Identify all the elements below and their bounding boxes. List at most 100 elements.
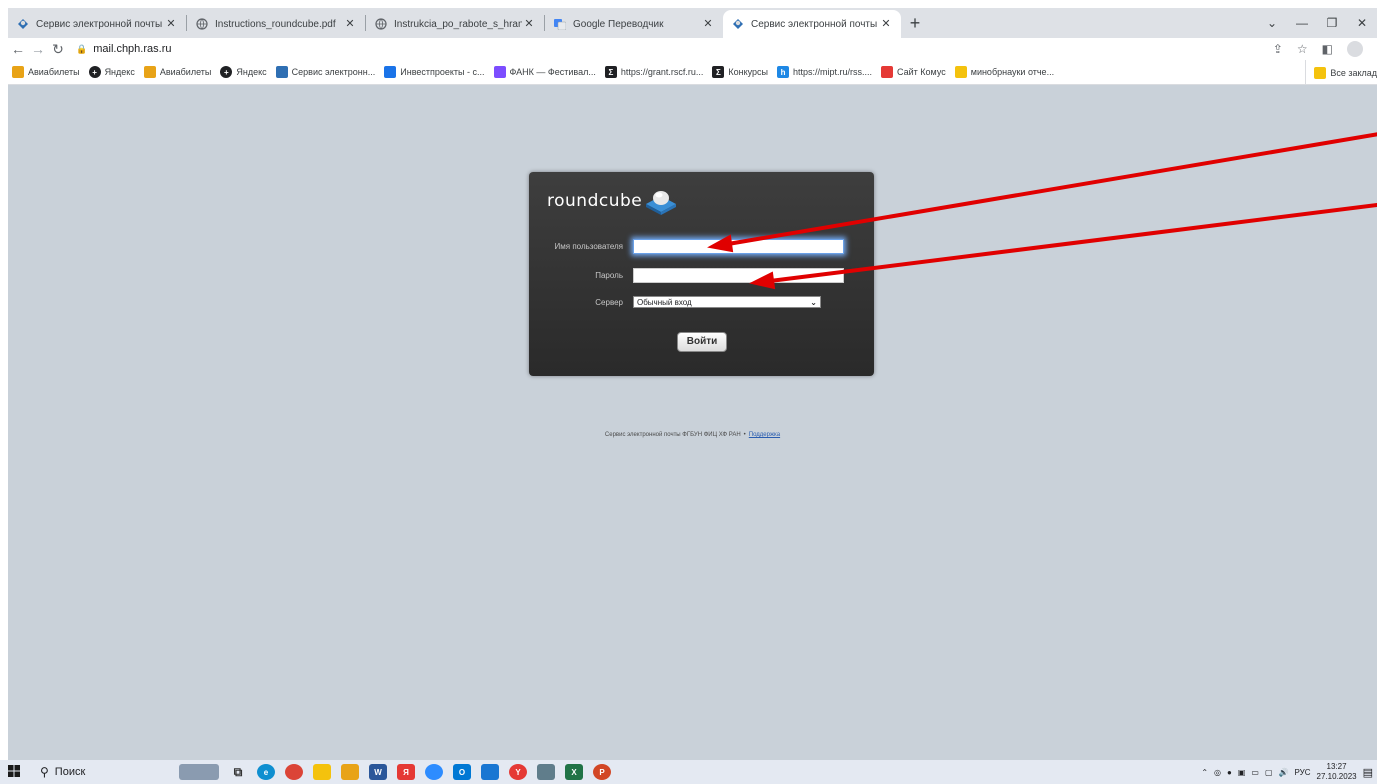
- address-bar[interactable]: 🔒 mail.chph.ras.ru: [76, 39, 1273, 59]
- bookmark-item[interactable]: h https://mipt.ru/rss....: [777, 66, 872, 78]
- login-button[interactable]: Войти: [677, 332, 727, 352]
- bookmark-favicon-icon: [12, 66, 24, 78]
- close-icon[interactable]: ✕: [343, 17, 357, 31]
- server-row: Сервер Обычный вход ⌄: [529, 292, 874, 312]
- support-link[interactable]: Поддержка: [749, 432, 780, 438]
- explorer-icon[interactable]: [313, 764, 331, 780]
- chevron-up-icon[interactable]: ⌃: [1201, 768, 1208, 777]
- bookmark-item[interactable]: Авиабилеты: [143, 66, 212, 78]
- bookmark-item[interactable]: + Яндекс: [88, 66, 135, 78]
- tray-app-icon[interactable]: ◎: [1214, 768, 1221, 777]
- outlook-icon[interactable]: O: [453, 764, 471, 780]
- roundcube-logo: roundcube: [547, 186, 678, 216]
- bookmark-favicon-icon: [384, 66, 397, 78]
- camera-icon[interactable]: [537, 764, 555, 780]
- browser-window: Сервис электронной почты Ф ✕ Instruction…: [0, 0, 1377, 760]
- app-icon[interactable]: [481, 764, 499, 780]
- bookmark-item[interactable]: + Яндекс: [220, 66, 267, 78]
- bookmark-label: Сайт Комус: [897, 67, 946, 77]
- username-input[interactable]: [633, 238, 844, 254]
- footer-text: Сервис электронной почты ФГБУН ФИЦ ХФ РА…: [604, 432, 741, 438]
- task-view-icon[interactable]: ⧉: [229, 764, 247, 780]
- bookmark-label: Яндекс: [104, 67, 135, 77]
- username-row: Имя пользователя: [529, 236, 874, 256]
- folder-icon[interactable]: [341, 764, 359, 780]
- tab-title: Сервис электронной почты Ф: [36, 18, 164, 30]
- back-icon[interactable]: ←: [8, 41, 28, 57]
- tab-title: Instructions_roundcube.pdf: [215, 18, 336, 30]
- url-text: mail.chph.ras.ru: [93, 43, 172, 55]
- taskbar-search[interactable]: ⚲ Поиск: [34, 762, 174, 782]
- bookmark-label: ФАНК — Фестивал...: [509, 67, 596, 77]
- logo-text: roundcube: [547, 191, 643, 211]
- all-bookmarks-folder[interactable]: Все заклад: [1305, 60, 1377, 84]
- chrome-icon[interactable]: [285, 764, 303, 780]
- bookmark-item[interactable]: ФАНК — Фестивал...: [493, 66, 596, 78]
- bookmark-item[interactable]: Σ Конкурсы: [712, 66, 768, 78]
- yandex-icon[interactable]: Y: [509, 764, 527, 780]
- bookmark-item[interactable]: Инвестпроекты - с...: [384, 66, 485, 78]
- bookmark-favicon-icon: h: [777, 66, 790, 78]
- minimize-icon[interactable]: —: [1287, 16, 1317, 30]
- bookmark-item[interactable]: Сервис электронн...: [275, 66, 375, 78]
- widgets-icon[interactable]: [179, 764, 219, 780]
- windows-start-icon[interactable]: [0, 764, 28, 780]
- notifications-icon[interactable]: ▤: [1363, 766, 1373, 779]
- system-tray: ⌃ ◎ ● ▣ ▭ ▢ 🔊 РУС 13:27 27.10.2023 ▤: [1201, 760, 1377, 784]
- bookmark-item[interactable]: Σhttps://grant.rscf.ru...: [604, 66, 703, 78]
- tray-app-icon[interactable]: ▣: [1238, 768, 1246, 777]
- yandex-browser-icon[interactable]: Я: [397, 764, 415, 780]
- excel-icon[interactable]: X: [565, 764, 583, 780]
- tab-roundcube-active[interactable]: Сервис электронной почты Ф ✕: [723, 10, 901, 38]
- new-tab-button[interactable]: +: [901, 10, 929, 38]
- password-input[interactable]: [633, 267, 844, 283]
- server-select[interactable]: Обычный вход ⌄: [633, 296, 821, 308]
- globe-icon: [195, 17, 209, 31]
- close-window-icon[interactable]: ✕: [1347, 16, 1377, 30]
- zoom-icon[interactable]: [425, 764, 443, 780]
- google-translate-icon: [553, 17, 567, 31]
- share-icon[interactable]: ⇪: [1273, 42, 1283, 56]
- clock-date: 27.10.2023: [1316, 772, 1357, 781]
- bookmark-favicon-icon: [881, 66, 894, 78]
- restore-icon[interactable]: ❐: [1317, 16, 1347, 30]
- bookmark-label: Авиабилеты: [159, 67, 212, 77]
- bookmark-item[interactable]: Сайт Комус: [881, 66, 946, 78]
- network-icon[interactable]: ▭: [1251, 768, 1259, 777]
- tab-search-icon[interactable]: ⌄: [1257, 16, 1287, 30]
- profile-avatar[interactable]: [1347, 41, 1363, 57]
- clock[interactable]: 13:27 27.10.2023: [1317, 762, 1357, 782]
- bookmark-star-icon[interactable]: ☆: [1297, 42, 1308, 56]
- close-icon[interactable]: ✕: [879, 17, 893, 31]
- lock-icon[interactable]: 🔒: [76, 44, 87, 55]
- bookmark-item[interactable]: Авиабилеты: [12, 66, 80, 78]
- bookmark-favicon-icon: +: [88, 66, 101, 78]
- tab-roundcube-1[interactable]: Сервис электронной почты Ф ✕: [8, 10, 186, 38]
- tab-title: Google Переводчик: [573, 18, 664, 30]
- forward-icon[interactable]: →: [28, 41, 48, 57]
- tab-strip: Сервис электронной почты Ф ✕ Instruction…: [8, 8, 1377, 38]
- tab-instrukcia[interactable]: Instrukcia_po_rabote_s_hranilish ✕: [366, 10, 544, 38]
- search-label: Поиск: [54, 766, 86, 778]
- roundcube-icon: [731, 17, 745, 31]
- display-icon[interactable]: ▢: [1265, 768, 1273, 777]
- language-indicator[interactable]: РУС: [1295, 768, 1311, 777]
- bookmark-favicon-icon: Σ: [712, 66, 725, 78]
- tab-instructions-pdf[interactable]: Instructions_roundcube.pdf ✕: [187, 10, 365, 38]
- close-icon[interactable]: ✕: [164, 17, 178, 31]
- login-panel: roundcube Имя пользователя Пароль Сервер: [529, 172, 874, 376]
- close-icon[interactable]: ✕: [701, 17, 715, 31]
- close-icon[interactable]: ✕: [522, 17, 536, 31]
- bookmark-label: минобрнауки отче...: [970, 67, 1055, 77]
- microphone-icon[interactable]: ●: [1227, 768, 1232, 777]
- powerpoint-icon[interactable]: P: [593, 764, 611, 780]
- bookmark-item[interactable]: минобрнауки отче...: [954, 66, 1055, 78]
- bookmark-label: Инвестпроекты - с...: [400, 67, 485, 77]
- side-panel-icon[interactable]: ◧: [1322, 42, 1333, 56]
- reload-icon[interactable]: ↻: [48, 41, 68, 58]
- volume-icon[interactable]: 🔊: [1279, 768, 1289, 777]
- all-bookmarks-label: Все заклад: [1330, 67, 1377, 78]
- word-icon[interactable]: W: [369, 764, 387, 780]
- edge-icon[interactable]: e: [257, 764, 275, 780]
- tab-google-translate[interactable]: Google Переводчик ✕: [545, 10, 723, 38]
